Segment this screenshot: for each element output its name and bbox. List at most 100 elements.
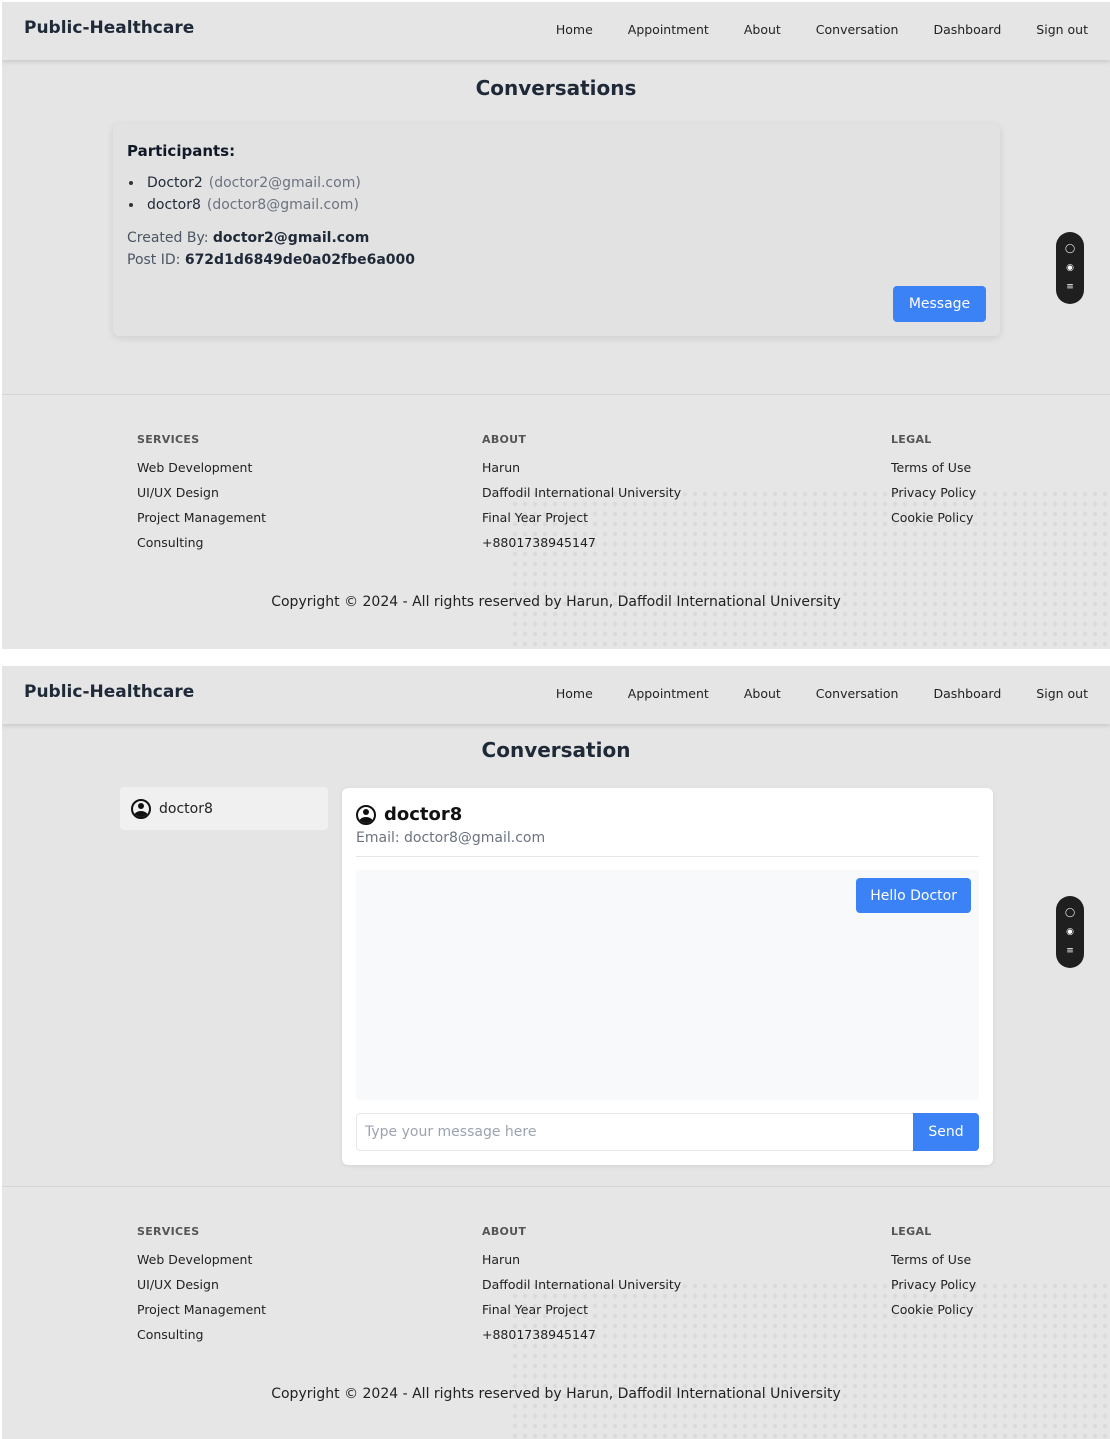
navbar: Public-Healthcare Home Appointment About… xyxy=(2,2,1110,60)
footer-link[interactable]: Project Management xyxy=(137,510,266,535)
footer-link[interactable]: Web Development xyxy=(137,460,266,485)
nav-dashboard[interactable]: Dashboard xyxy=(933,22,1001,37)
footer-link[interactable]: Daffodil International University xyxy=(482,1277,681,1302)
footer-about-title: ABOUT xyxy=(482,433,527,446)
nav-home[interactable]: Home xyxy=(556,22,593,37)
copyright: Copyright © 2024 - All rights reserved b… xyxy=(271,594,841,610)
sidebar-item-doctor8[interactable]: doctor8 xyxy=(120,787,328,830)
message-form: Send xyxy=(356,1113,979,1151)
footer-services-title: SERVICES xyxy=(137,433,200,446)
footer-link[interactable]: UI/UX Design xyxy=(137,485,266,510)
participants-heading: Participants: xyxy=(127,142,236,160)
footer-services: SERVICES Web Development UI/UX Design Pr… xyxy=(137,1225,266,1352)
footer: SERVICES Web Development UI/UX Design Pr… xyxy=(2,394,1110,649)
eye-icon[interactable]: ◉ xyxy=(1066,263,1074,273)
post-id-label: Post ID: xyxy=(127,252,181,268)
footer-link[interactable]: Daffodil International University xyxy=(482,485,681,510)
nav-conversation[interactable]: Conversation xyxy=(816,22,899,37)
footer-link[interactable]: Final Year Project xyxy=(482,510,681,535)
nav-appointment[interactable]: Appointment xyxy=(628,686,709,701)
chat-bubble-icon[interactable]: ◯ xyxy=(1065,244,1075,254)
message-list[interactable]: Hello Doctor xyxy=(356,870,979,1100)
footer-legal: LEGAL Terms of Use Privacy Policy Cookie… xyxy=(891,1225,976,1327)
footer-services: SERVICES Web Development UI/UX Design Pr… xyxy=(137,433,266,560)
nav-menu: Home Appointment About Conversation Dash… xyxy=(521,22,1088,37)
user-circle-icon xyxy=(131,798,151,819)
participant-email: (doctor8@gmail.com) xyxy=(206,197,359,213)
footer-link[interactable]: +8801738945147 xyxy=(482,1327,681,1352)
created-by: Created By: doctor2@gmail.com xyxy=(127,230,369,246)
message-bubble: Hello Doctor xyxy=(856,878,971,913)
eye-icon[interactable]: ◉ xyxy=(1066,927,1074,937)
page-title: Conversation xyxy=(481,738,631,762)
bullet-icon xyxy=(129,203,133,207)
nav-appointment[interactable]: Appointment xyxy=(628,22,709,37)
conversation-card: Participants: Doctor2 (doctor2@gmail.com… xyxy=(113,124,1000,336)
participant-email: (doctor2@gmail.com) xyxy=(208,175,361,191)
chat-panel: doctor8 Email: doctor8@gmail.com Hello D… xyxy=(342,788,993,1165)
sidebar-item-label: doctor8 xyxy=(159,800,213,817)
chat-header: doctor8 xyxy=(356,804,462,825)
footer-link[interactable]: Consulting xyxy=(137,535,266,560)
participant-name: doctor8 xyxy=(147,197,201,213)
participant-item: doctor8 (doctor8@gmail.com) xyxy=(127,194,361,216)
participant-item: Doctor2 (doctor2@gmail.com) xyxy=(127,172,361,194)
copyright: Copyright © 2024 - All rights reserved b… xyxy=(271,1386,841,1402)
footer-link[interactable]: Terms of Use xyxy=(891,460,976,485)
footer-legal-title: LEGAL xyxy=(891,1225,932,1238)
footer-about: ABOUT Harun Daffodil International Unive… xyxy=(482,1225,681,1352)
nav-menu: Home Appointment About Conversation Dash… xyxy=(521,686,1088,701)
list-icon[interactable]: ≡ xyxy=(1066,282,1074,292)
list-icon[interactable]: ≡ xyxy=(1066,946,1074,956)
participant-name: Doctor2 xyxy=(147,175,203,191)
nav-conversation[interactable]: Conversation xyxy=(816,686,899,701)
created-by-value: doctor2@gmail.com xyxy=(212,230,370,246)
footer-link[interactable]: Web Development xyxy=(137,1252,266,1277)
conversations-screen: Public-Healthcare Home Appointment About… xyxy=(2,2,1110,649)
user-circle-icon xyxy=(356,804,376,825)
footer-link[interactable]: Project Management xyxy=(137,1302,266,1327)
footer-link[interactable]: Cookie Policy xyxy=(891,1302,976,1327)
message-input[interactable] xyxy=(356,1113,913,1151)
message-button[interactable]: Message xyxy=(893,286,986,322)
floating-toolbar: ◯ ◉ ≡ xyxy=(1056,896,1084,968)
divider xyxy=(356,856,979,857)
footer-services-title: SERVICES xyxy=(137,1225,200,1238)
page-title: Conversations xyxy=(475,76,637,100)
footer-about: ABOUT Harun Daffodil International Unive… xyxy=(482,433,681,560)
footer-legal: LEGAL Terms of Use Privacy Policy Cookie… xyxy=(891,433,976,535)
post-id: Post ID: 672d1d6849de0a02fbe6a000 xyxy=(127,252,415,268)
nav-home[interactable]: Home xyxy=(556,686,593,701)
nav-sign-out[interactable]: Sign out xyxy=(1036,686,1088,701)
nav-sign-out[interactable]: Sign out xyxy=(1036,22,1088,37)
footer-link[interactable]: Privacy Policy xyxy=(891,485,976,510)
footer-legal-title: LEGAL xyxy=(891,433,932,446)
nav-about[interactable]: About xyxy=(744,686,781,701)
footer: SERVICES Web Development UI/UX Design Pr… xyxy=(2,1186,1110,1439)
bullet-icon xyxy=(129,181,133,185)
nav-about[interactable]: About xyxy=(744,22,781,37)
chat-bubble-icon[interactable]: ◯ xyxy=(1065,908,1075,918)
footer-link[interactable]: Consulting xyxy=(137,1327,266,1352)
footer-link[interactable]: Terms of Use xyxy=(891,1252,976,1277)
brand-logo[interactable]: Public-Healthcare xyxy=(24,18,194,38)
footer-link[interactable]: Harun xyxy=(482,1252,681,1277)
footer-link[interactable]: Privacy Policy xyxy=(891,1277,976,1302)
participants-list: Doctor2 (doctor2@gmail.com) doctor8 (doc… xyxy=(127,172,361,216)
created-by-label: Created By: xyxy=(127,230,209,246)
nav-dashboard[interactable]: Dashboard xyxy=(933,686,1001,701)
footer-link[interactable]: +8801738945147 xyxy=(482,535,681,560)
conversation-screen: Public-Healthcare Home Appointment About… xyxy=(2,666,1110,1439)
post-id-value: 672d1d6849de0a02fbe6a000 xyxy=(184,252,416,268)
footer-link[interactable]: UI/UX Design xyxy=(137,1277,266,1302)
floating-toolbar: ◯ ◉ ≡ xyxy=(1056,232,1084,304)
chat-recipient-name: doctor8 xyxy=(384,804,463,825)
footer-link[interactable]: Cookie Policy xyxy=(891,510,976,535)
navbar: Public-Healthcare Home Appointment About… xyxy=(2,666,1110,724)
send-button[interactable]: Send xyxy=(913,1113,979,1151)
brand-logo[interactable]: Public-Healthcare xyxy=(24,682,194,702)
footer-link[interactable]: Harun xyxy=(482,460,681,485)
chat-recipient-email: Email: doctor8@gmail.com xyxy=(356,830,546,846)
footer-about-title: ABOUT xyxy=(482,1225,527,1238)
footer-link[interactable]: Final Year Project xyxy=(482,1302,681,1327)
